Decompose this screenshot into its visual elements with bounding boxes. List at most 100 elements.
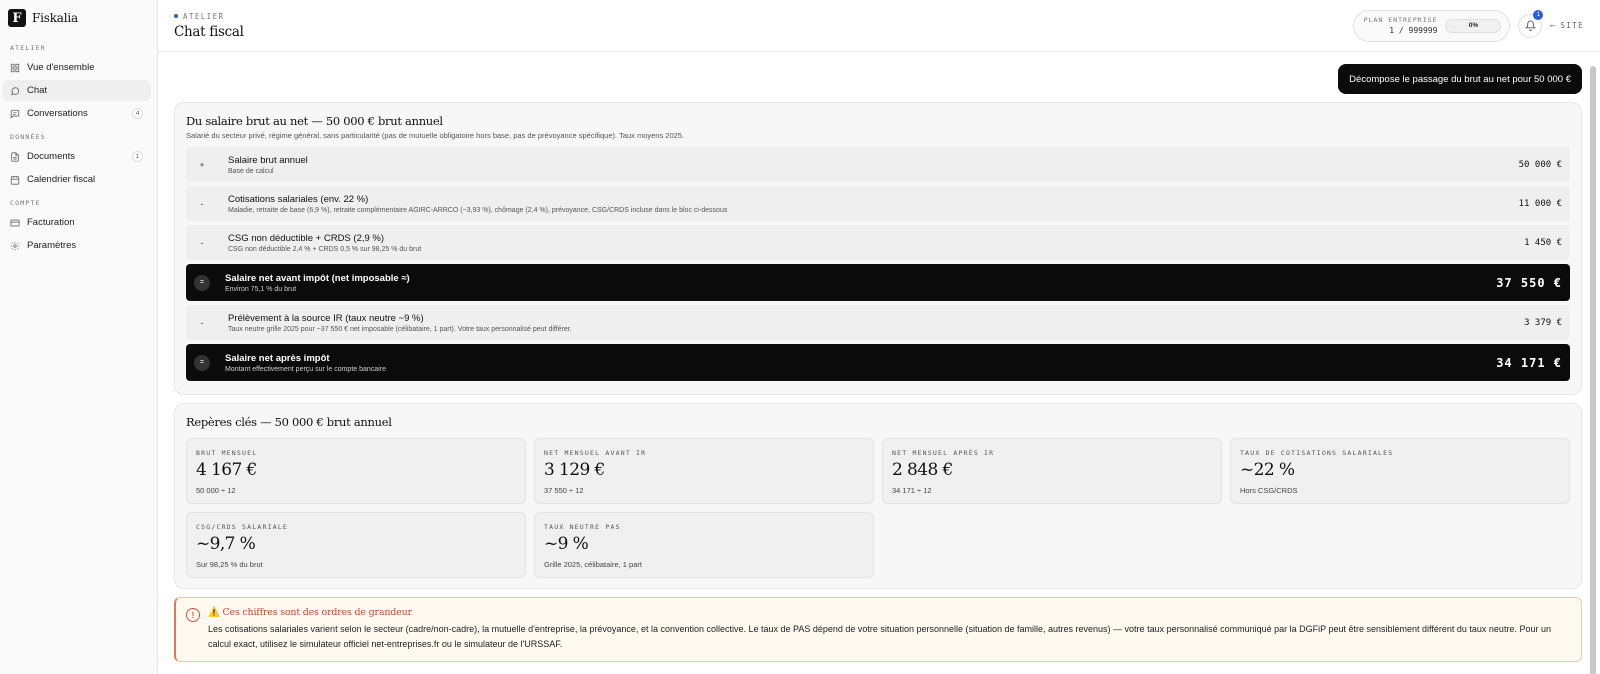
bell-icon xyxy=(1524,20,1536,31)
plan-text: PLAN ENTREPRISE 1 / 999999 xyxy=(1364,16,1438,35)
row-amount: 3 379 € xyxy=(1524,317,1562,328)
sidebar-item-param-tres[interactable]: Paramètres xyxy=(2,235,151,256)
sidebar-item-label: Chat xyxy=(27,85,48,96)
sidebar-item-label: Calendrier fiscal xyxy=(27,174,96,185)
kpi-label: CSG/CRDS SALARIALE xyxy=(196,523,289,531)
breakdown-title: Du salaire brut au net — 50 000 € brut a… xyxy=(186,114,443,128)
row-amount: 37 550 € xyxy=(1496,275,1562,290)
row-sign: = xyxy=(194,354,210,371)
chat-content[interactable]: Décompose le passage du brut au net pour… xyxy=(158,52,1600,674)
row-sign: = xyxy=(194,274,210,291)
kpi-value: 4 167 € xyxy=(196,460,257,480)
kpi-label: BRUT MENSUEL xyxy=(196,449,258,457)
row-description: CSG non déductible 2,4 % + CRDS 0,5 % su… xyxy=(228,245,422,253)
kpi-tile: NET MENSUEL APRÈS IR 2 848 € 34 171 ÷ 12 xyxy=(882,438,1222,504)
notifications-button[interactable]: 1 xyxy=(1518,9,1544,38)
notification-count-badge: 1 xyxy=(1533,9,1544,20)
main: ATELIER Chat fiscal PLAN ENTREPRISE 1 / … xyxy=(158,0,1600,674)
kpi-subtext: 37 550 ÷ 12 xyxy=(544,486,584,495)
sidebar-item-label: Vue d'ensemble xyxy=(27,62,95,73)
sidebar-item-label: Facturation xyxy=(27,217,75,228)
kpi-subtext: Hors CSG/CRDS xyxy=(1240,486,1298,495)
sidebar-item-chat[interactable]: Chat xyxy=(2,80,151,101)
sidebar-section-label: COMPTE xyxy=(10,199,41,207)
sidebar-item-label: Paramètres xyxy=(27,240,77,251)
sidebar-section-label: DONNÉES xyxy=(10,133,46,141)
row-description: Taux neutre grille 2025 pour ~37 550 € n… xyxy=(228,325,572,333)
row-text: Salaire net après impôt Montant effective… xyxy=(225,353,1496,373)
kpi-label: TAUX DE COTISATIONS SALARIALES xyxy=(1240,449,1394,457)
kpi-value: 3 129 € xyxy=(544,460,605,480)
sidebar-item-documents[interactable]: Documents 1 xyxy=(2,146,151,167)
breadcrumb-dot-icon xyxy=(174,14,178,18)
kpi-title: Repères clés — 50 000 € brut annuel xyxy=(186,415,392,429)
card-icon xyxy=(10,218,20,228)
row-label: Salaire brut annuel xyxy=(228,154,308,166)
arrow-left-icon: ⟵ xyxy=(1550,21,1557,30)
breakdown-total-row: = Salaire net avant impôt (net imposable … xyxy=(186,264,1570,301)
site-link[interactable]: ⟵ SITE xyxy=(1550,21,1584,30)
row-text: Cotisations salariales (env. 22 %) Maladi… xyxy=(228,194,1519,214)
document-icon xyxy=(10,151,20,162)
kpi-subtext: 50 000 ÷ 12 xyxy=(196,486,236,495)
kpi-tile: NET MENSUEL AVANT IR 3 129 € 37 550 ÷ 12 xyxy=(534,438,874,504)
row-text: Salaire brut annuel Base de calcul xyxy=(228,155,1519,175)
kpi-tile: BRUT MENSUEL 4 167 € 50 000 ÷ 12 xyxy=(186,438,526,504)
brand-name: Fiskalia xyxy=(32,11,78,25)
page-title: Chat fiscal xyxy=(174,23,244,40)
count-badge: 4 xyxy=(132,108,143,119)
row-sign: - xyxy=(200,317,204,328)
sidebar-item-vue-d-ensemble[interactable]: Vue d'ensemble xyxy=(2,57,151,78)
row-label: Cotisations salariales (env. 22 %) xyxy=(228,193,369,205)
kpi-label: NET MENSUEL AVANT IR xyxy=(544,449,647,457)
kpi-value: 2 848 € xyxy=(892,460,953,480)
row-amount: 34 171 € xyxy=(1496,355,1562,370)
warning-text: Les cotisations salariales varient selon… xyxy=(208,624,1551,649)
row-sign: + xyxy=(199,159,205,170)
row-sign: - xyxy=(200,198,204,209)
breakdown-card: Du salaire brut au net — 50 000 € brut a… xyxy=(174,102,1582,395)
sidebar-item-calendrier-fiscal[interactable]: Calendrier fiscal xyxy=(2,169,151,190)
kpi-label: NET MENSUEL APRÈS IR xyxy=(892,449,995,457)
scrollbar[interactable] xyxy=(1590,66,1596,674)
kpi-value: ~22 % xyxy=(1240,460,1295,480)
chat-icon xyxy=(10,86,20,96)
sidebar-section-label: ATELIER xyxy=(10,44,46,52)
breadcrumb: ATELIER xyxy=(174,12,244,21)
header-actions: PLAN ENTREPRISE 1 / 999999 0% 1 ⟵ SITE xyxy=(1352,9,1584,42)
sidebar: F Fiskalia ATELIER Vue d'ensemble Chat Conv… xyxy=(0,0,158,674)
plan-usage: 1 / 999999 xyxy=(1389,26,1438,35)
row-label: CSG non déductible + CRDS (2,9 %) xyxy=(228,232,385,244)
row-description: Environ 75,1 % du brut xyxy=(225,285,297,293)
breakdown-row: + Salaire brut annuel Base de calcul 50 000… xyxy=(186,147,1570,182)
kpi-subtext: Grille 2025, célibataire, 1 part xyxy=(544,560,642,569)
row-description: Base de calcul xyxy=(228,167,274,175)
plan-progress-bar: 0% xyxy=(1445,18,1502,33)
warning-body: ⚠️ Ces chiffres sont des ordres de grand… xyxy=(208,607,1571,652)
kpi-subtext: Sur 98,25 % du brut xyxy=(196,560,263,569)
row-sign: - xyxy=(200,237,204,248)
row-label: Salaire net après impôt xyxy=(225,352,330,364)
site-link-label: SITE xyxy=(1560,21,1584,30)
row-description: Maladie, retraite de base (6,9 %), retra… xyxy=(228,206,728,214)
row-text: CSG non déductible + CRDS (2,9 %) CSG non… xyxy=(228,233,1524,253)
grid-icon xyxy=(10,63,20,73)
sidebar-item-label: Documents xyxy=(27,151,76,162)
topbar: ATELIER Chat fiscal PLAN ENTREPRISE 1 / … xyxy=(158,0,1600,52)
brand[interactable]: F Fiskalia xyxy=(0,9,157,27)
row-text: Salaire net avant impôt (net imposable ≈… xyxy=(225,273,1496,293)
user-message-bubble: Décompose le passage du brut au net pour… xyxy=(1338,64,1582,94)
kpi-value: ~9,7 % xyxy=(196,534,256,554)
alert-circle-icon: ! xyxy=(186,608,200,622)
kpi-label: TAUX NEUTRE PAS xyxy=(544,523,621,531)
row-description: Montant effectivement perçu sur le compt… xyxy=(225,365,386,373)
kpi-card: Repères clés — 50 000 € brut annuel BRUT… xyxy=(174,403,1582,589)
user-message-row: Décompose le passage du brut au net pour… xyxy=(174,64,1582,94)
kpi-tile: TAUX DE COTISATIONS SALARIALES ~22 % Hors … xyxy=(1230,438,1570,504)
plan-usage-pill[interactable]: PLAN ENTREPRISE 1 / 999999 0% xyxy=(1352,9,1511,42)
sidebar-item-conversations[interactable]: Conversations 4 xyxy=(2,103,151,124)
sidebar-item-facturation[interactable]: Facturation xyxy=(2,212,151,233)
breakdown-row: - CSG non déductible + CRDS (2,9 %) CSG no… xyxy=(186,225,1570,260)
kpi-subtext: 34 171 ÷ 12 xyxy=(892,486,932,495)
conversations-icon xyxy=(10,109,20,119)
